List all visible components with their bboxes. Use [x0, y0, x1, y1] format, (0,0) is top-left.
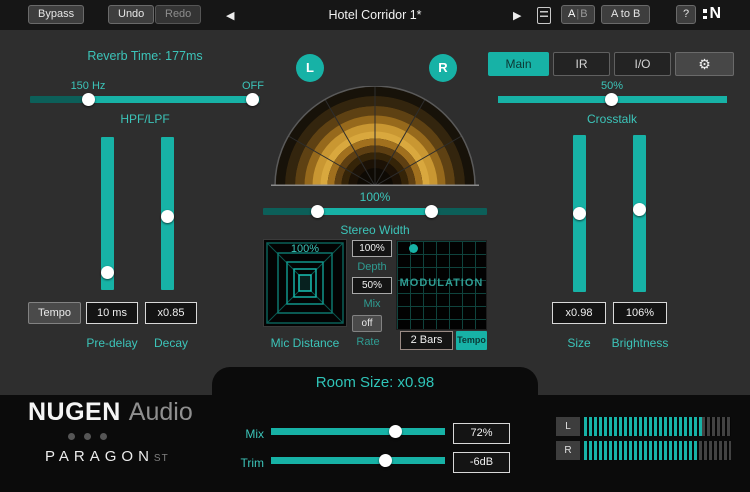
predelay-label: Pre-delay	[78, 336, 146, 350]
mix-label: Mix	[228, 427, 264, 441]
hpf-value: 150 Hz	[58, 80, 118, 92]
undo-button[interactable]: Undo	[108, 5, 154, 24]
mod-mix-label: Mix	[350, 298, 394, 310]
meter-left-bar	[584, 417, 731, 436]
product-name-main: PARAGON	[45, 448, 154, 465]
decay-value-box[interactable]: x0.85	[145, 302, 197, 324]
brand-suffix: Audio	[129, 398, 193, 426]
parameter-readout: Room Size: x0.98	[212, 367, 538, 398]
tab-ir[interactable]: IR	[553, 52, 610, 76]
mod-sync-value-box[interactable]: 2 Bars	[400, 331, 453, 350]
meter-right-bar	[584, 441, 731, 460]
stereo-width-slider[interactable]	[263, 205, 487, 218]
mix-value-box[interactable]: 72%	[453, 423, 510, 444]
preset-list-icon[interactable]	[537, 7, 551, 24]
crosstalk-handle[interactable]	[605, 93, 618, 106]
stereo-width-active-band	[318, 208, 432, 215]
nugen-logo-icon: N	[703, 5, 721, 23]
mix-handle[interactable]	[389, 425, 402, 438]
crosstalk-value: 50%	[567, 80, 657, 92]
logo-dots-icon	[703, 9, 707, 19]
plugin-window: Bypass Undo Redo ◀ Hotel Corridor 1* ▶ A…	[0, 0, 750, 492]
crosstalk-slider[interactable]	[498, 93, 727, 106]
left-channel-button[interactable]: L	[296, 54, 324, 82]
ab-b-label: B	[580, 8, 587, 20]
ab-compare-button[interactable]: A|B	[561, 5, 595, 24]
mod-rate-off-button[interactable]: off	[352, 315, 382, 332]
mix-slider[interactable]	[271, 425, 445, 438]
mod-rate-label: Rate	[346, 336, 390, 348]
predelay-handle[interactable]	[101, 266, 114, 279]
trim-label: Trim	[228, 456, 264, 470]
preset-name[interactable]: Hotel Corridor 1*	[300, 8, 450, 22]
top-toolbar: Bypass Undo Redo ◀ Hotel Corridor 1* ▶ A…	[0, 0, 750, 30]
mod-depth-value-box[interactable]: 100%	[352, 240, 392, 257]
meter-left-label: L	[556, 417, 580, 436]
crosstalk-label: Crosstalk	[562, 112, 662, 126]
brightness-handle[interactable]	[633, 203, 646, 216]
predelay-value-box[interactable]: 10 ms	[86, 302, 138, 324]
size-label: Size	[552, 336, 606, 350]
decay-slider[interactable]	[161, 137, 174, 290]
trim-active-band	[271, 457, 445, 464]
help-button[interactable]: ?	[676, 5, 696, 24]
mic-distance-value: 100%	[263, 243, 347, 255]
decay-label: Decay	[142, 336, 200, 350]
reverb-time-readout: Reverb Time: 177ms	[30, 49, 260, 63]
brand-logo: NUGEN Audio	[28, 398, 193, 427]
parameter-readout-tab: Room Size: x0.98	[212, 367, 538, 396]
filter-label: HPF/LPF	[80, 112, 210, 126]
bypass-button[interactable]: Bypass	[28, 5, 84, 24]
brightness-label: Brightness	[602, 336, 678, 350]
meter-right-level	[584, 441, 699, 460]
decay-handle[interactable]	[161, 210, 174, 223]
a-to-b-button[interactable]: A to B	[601, 5, 650, 24]
predelay-tempo-button[interactable]: Tempo	[28, 302, 81, 324]
tab-io[interactable]: I/O	[614, 52, 671, 76]
lpf-handle[interactable]	[246, 93, 259, 106]
trim-value-box[interactable]: -6dB	[453, 452, 510, 473]
hpf-handle[interactable]	[82, 93, 95, 106]
size-value-box[interactable]: x0.98	[552, 302, 606, 324]
meter-left-level	[584, 417, 702, 436]
mic-distance-label: Mic Distance	[256, 336, 354, 350]
redo-button[interactable]: Redo	[155, 5, 201, 24]
trim-handle[interactable]	[379, 454, 392, 467]
modulation-dot-handle[interactable]	[409, 244, 418, 253]
mix-active-band	[271, 428, 445, 435]
size-handle[interactable]	[573, 207, 586, 220]
brand-dots-icon	[68, 433, 107, 440]
stereo-width-label: Stereo Width	[318, 223, 432, 237]
product-name-suffix: ST	[154, 453, 169, 464]
modulation-xy-pad[interactable]	[396, 240, 487, 330]
brightness-value-box[interactable]: 106%	[613, 302, 667, 324]
next-preset-icon[interactable]: ▶	[513, 9, 521, 22]
right-channel-button[interactable]: R	[429, 54, 457, 82]
stereo-width-value: 100%	[330, 190, 420, 204]
stereo-width-left-handle[interactable]	[311, 205, 324, 218]
stereo-width-right-handle[interactable]	[425, 205, 438, 218]
product-name: PARAGONST	[45, 448, 169, 465]
hpf-lpf-active-band	[88, 96, 253, 103]
tab-main[interactable]: Main	[488, 52, 549, 76]
meter-right-label: R	[556, 441, 580, 460]
brand-name: NUGEN	[28, 398, 121, 426]
settings-gear-icon[interactable]: ⚙	[675, 52, 734, 76]
mod-mix-value-box[interactable]: 50%	[352, 277, 392, 294]
trim-slider[interactable]	[271, 454, 445, 467]
mod-tempo-button[interactable]: Tempo	[456, 331, 487, 350]
hpf-lpf-slider[interactable]	[30, 93, 260, 106]
predelay-slider[interactable]	[101, 137, 114, 290]
mod-depth-label: Depth	[350, 261, 394, 273]
meter-right-headroom	[699, 441, 731, 460]
meter-left-headroom	[702, 417, 731, 436]
brightness-slider[interactable]	[633, 135, 646, 292]
impulse-response-visualizer	[268, 86, 482, 186]
size-slider[interactable]	[573, 135, 586, 292]
logo-n-letter: N	[710, 5, 722, 23]
previous-preset-icon[interactable]: ◀	[226, 9, 234, 22]
